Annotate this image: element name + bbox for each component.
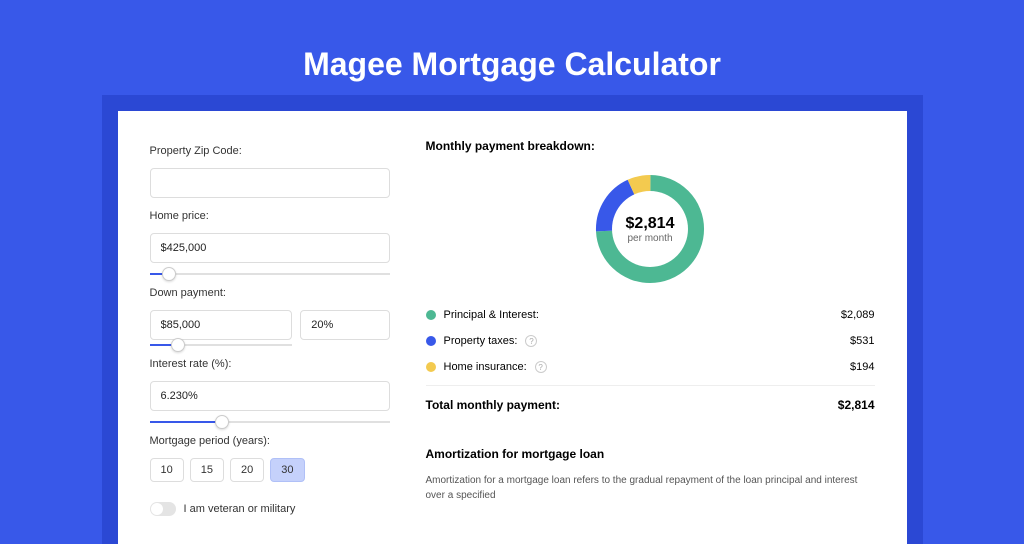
- donut-total-value: $2,814: [626, 215, 675, 233]
- total-label: Total monthly payment:: [426, 398, 560, 412]
- legend-value: $194: [850, 361, 874, 373]
- calculator-card: Property Zip Code: Home price: Down paym…: [118, 111, 907, 544]
- dot-icon: [426, 336, 436, 346]
- page-title: Magee Mortgage Calculator: [0, 46, 1024, 83]
- veteran-toggle[interactable]: [150, 502, 176, 516]
- period-option-10[interactable]: 10: [150, 458, 184, 482]
- period-label: Mortgage period (years):: [150, 435, 390, 447]
- legend-label: Principal & Interest:: [444, 309, 539, 321]
- info-icon[interactable]: ?: [535, 361, 547, 373]
- down-payment-label: Down payment:: [150, 287, 390, 299]
- input-panel: Property Zip Code: Home price: Down paym…: [150, 139, 390, 516]
- legend-row-insurance: Home insurance: ? $194: [426, 361, 875, 373]
- zip-input[interactable]: [150, 168, 390, 198]
- home-price-slider[interactable]: [150, 273, 390, 275]
- breakdown-panel: Monthly payment breakdown: $2,814 per mo…: [426, 139, 875, 516]
- rate-slider[interactable]: [150, 421, 390, 423]
- home-price-label: Home price:: [150, 210, 390, 222]
- rate-label: Interest rate (%):: [150, 358, 390, 370]
- legend-label: Property taxes:: [444, 335, 518, 347]
- home-price-input[interactable]: [150, 233, 390, 263]
- period-group: 10 15 20 30: [150, 458, 390, 482]
- period-option-20[interactable]: 20: [230, 458, 264, 482]
- legend-value: $531: [850, 335, 874, 347]
- info-icon[interactable]: ?: [525, 335, 537, 347]
- period-option-15[interactable]: 15: [190, 458, 224, 482]
- veteran-label: I am veteran or military: [184, 503, 296, 515]
- down-payment-slider[interactable]: [150, 344, 293, 346]
- amort-text: Amortization for a mortgage loan refers …: [426, 473, 875, 503]
- dot-icon: [426, 310, 436, 320]
- down-payment-pct-input[interactable]: [300, 310, 389, 340]
- down-payment-input[interactable]: [150, 310, 293, 340]
- rate-input[interactable]: [150, 381, 390, 411]
- period-option-30[interactable]: 30: [270, 458, 304, 482]
- breakdown-heading: Monthly payment breakdown:: [426, 139, 875, 153]
- total-value: $2,814: [838, 398, 875, 412]
- legend-label: Home insurance:: [444, 361, 527, 373]
- legend-row-taxes: Property taxes: ? $531: [426, 335, 875, 347]
- zip-label: Property Zip Code:: [150, 145, 390, 157]
- legend-value: $2,089: [841, 309, 875, 321]
- legend-row-principal: Principal & Interest: $2,089: [426, 309, 875, 321]
- payment-donut-chart: $2,814 per month: [590, 169, 710, 289]
- dot-icon: [426, 362, 436, 372]
- amort-heading: Amortization for mortgage loan: [426, 436, 875, 461]
- donut-total-sub: per month: [627, 233, 672, 244]
